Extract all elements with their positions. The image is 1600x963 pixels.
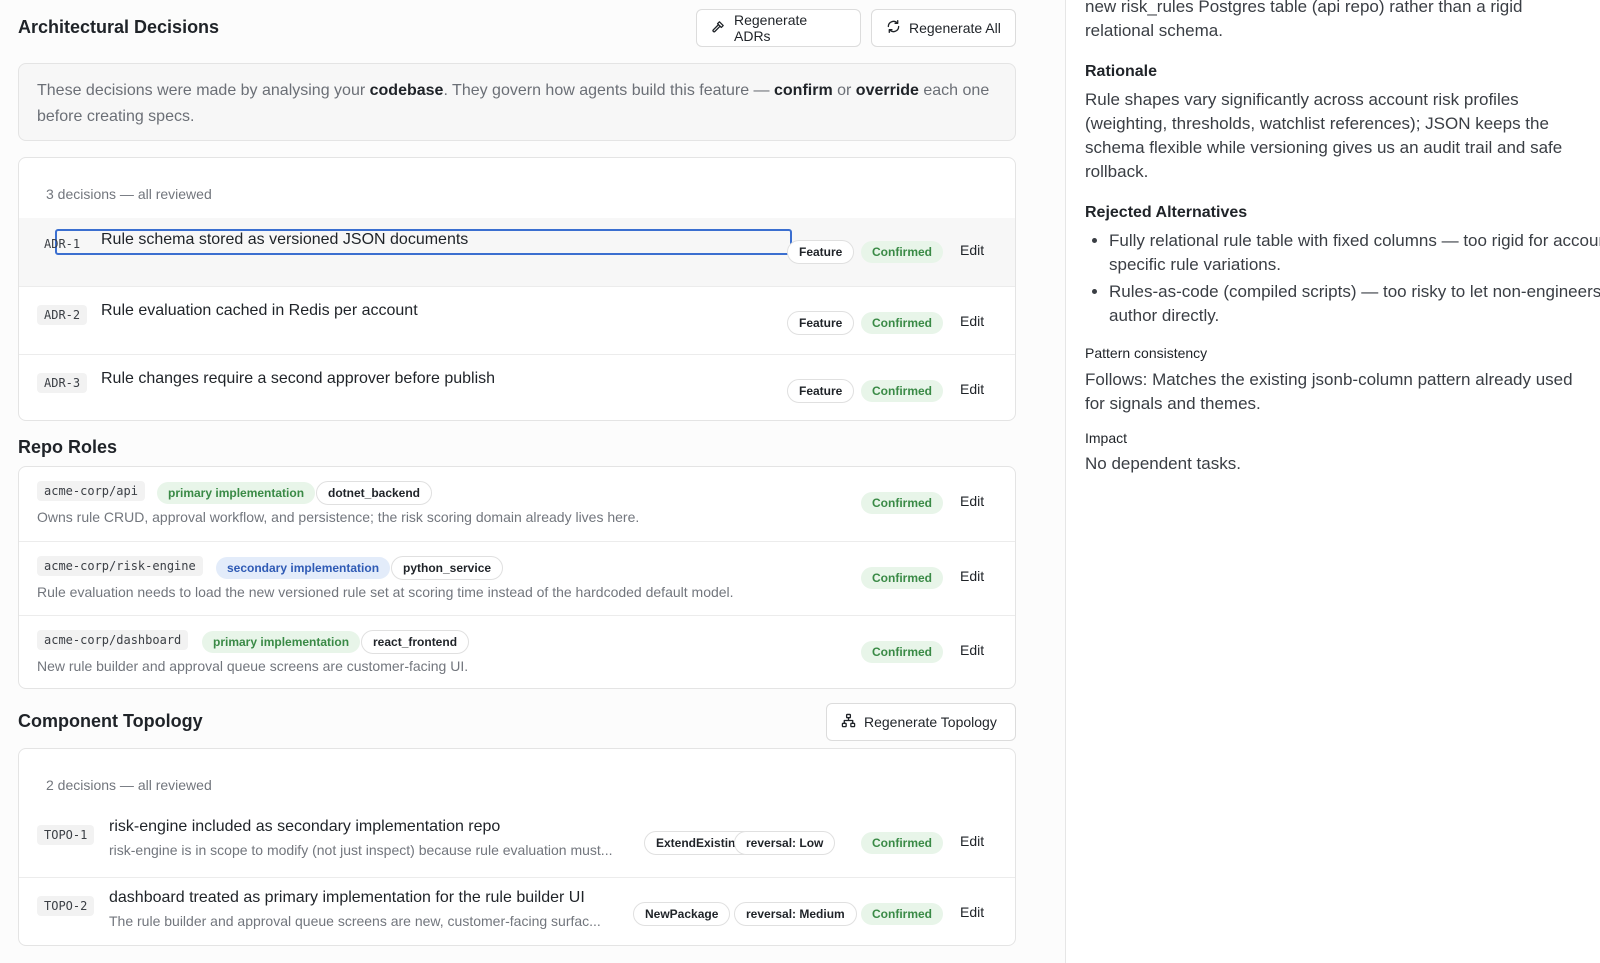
- edit-button[interactable]: Edit: [960, 833, 984, 849]
- adr-row[interactable]: ADR-2 Rule evaluation cached in Redis pe…: [19, 286, 1015, 354]
- repo-role-row[interactable]: acme-corp/risk-engine secondary implemen…: [19, 541, 1015, 615]
- regenerate-topology-button[interactable]: Regenerate Topology: [826, 703, 1016, 741]
- adr-row[interactable]: ADR-3 Rule changes require a second appr…: [19, 354, 1015, 420]
- repo-role-description: Rule evaluation needs to load the new ve…: [37, 584, 734, 600]
- info-text-2: . They govern how agents build this feat…: [443, 82, 774, 99]
- adr-row[interactable]: ADR-1 Rule schema stored as versioned JS…: [19, 218, 1015, 286]
- decision-summary-line-2: relational schema.: [1085, 21, 1223, 40]
- role-badge: primary implementation: [202, 631, 361, 653]
- info-bold-confirm: confirm: [774, 82, 833, 99]
- repo-name: acme-corp/api: [37, 481, 145, 501]
- reversal-badge: reversal: Low: [734, 831, 836, 855]
- edit-button[interactable]: Edit: [960, 642, 984, 658]
- repo-role-description: New rule builder and approval queue scre…: [37, 658, 469, 674]
- status-badge: Confirmed: [861, 312, 943, 334]
- main-panel: Architectural Decisions Regenerate ADRs …: [0, 0, 1065, 963]
- regenerate-adrs-button[interactable]: Regenerate ADRs: [696, 9, 861, 47]
- pattern-consistency-text: Follows: Matches the existing jsonb-colu…: [1085, 370, 1573, 413]
- status-badge: Confirmed: [861, 492, 943, 514]
- topology-subtitle: The rule builder and approval queue scre…: [109, 913, 601, 929]
- edit-button[interactable]: Edit: [960, 242, 984, 258]
- topology-title: risk-engine included as secondary implem…: [109, 818, 501, 835]
- adr-section-title: Architectural Decisions: [18, 17, 220, 37]
- info-bold-codebase: codebase: [369, 82, 444, 99]
- decision-summary-line-1: new risk_rules Postgres table (api repo)…: [1085, 0, 1523, 16]
- repo-name: acme-corp/dashboard: [37, 630, 189, 650]
- edit-button[interactable]: Edit: [960, 568, 984, 584]
- adr-info-box: These decisions were made by analysing y…: [18, 63, 1016, 141]
- repo-role-description: Owns rule CRUD, approval workflow, and p…: [37, 509, 640, 525]
- change-kind-badge: NewPackage: [633, 902, 731, 926]
- rejected-alternative-item: Rules-as-code (compiled scripts) — too r…: [1109, 280, 1600, 328]
- topology-subtitle: risk-engine is in scope to modify (not j…: [109, 842, 613, 858]
- adr-list-card: 3 decisions — all reviewed ADR-1 Rule sc…: [18, 157, 1016, 421]
- adr-title: Rule changes require a second approver b…: [101, 370, 496, 387]
- topology-count-text: 2 decisions — all reviewed: [46, 777, 212, 793]
- stack-badge: python_service: [391, 556, 504, 580]
- repo-role-row[interactable]: acme-corp/api primary implementation dot…: [19, 467, 1015, 541]
- info-bold-override: override: [855, 82, 919, 99]
- rationale-heading: Rationale: [1085, 63, 1158, 80]
- edit-button[interactable]: Edit: [960, 381, 984, 397]
- stack-badge: react_frontend: [361, 630, 470, 654]
- decision-summary: new risk_rules Postgres table (api repo)…: [1085, 0, 1600, 43]
- adr-id: ADR-3: [37, 373, 88, 393]
- adr-title: Rule schema stored as versioned JSON doc…: [101, 231, 469, 248]
- topology-row[interactable]: TOPO-1 risk-engine included as secondary…: [19, 807, 1015, 877]
- hierarchy-icon: [841, 713, 856, 731]
- adr-scope-badge: Feature: [787, 311, 855, 335]
- info-text-3: or: [832, 82, 856, 99]
- topology-id: TOPO-1: [37, 825, 95, 845]
- adr-scope-badge: Feature: [787, 240, 855, 264]
- hammer-icon: [711, 19, 726, 37]
- role-badge: secondary implementation: [216, 557, 391, 579]
- edit-button[interactable]: Edit: [960, 313, 984, 329]
- adr-id: ADR-2: [37, 305, 88, 325]
- repo-roles-card: acme-corp/api primary implementation dot…: [18, 466, 1016, 689]
- rejected-alternative-item: Fully relational rule table with fixed c…: [1109, 229, 1600, 277]
- adr-title: Rule evaluation cached in Redis per acco…: [101, 302, 418, 319]
- regenerate-all-label: Regenerate All: [909, 20, 1001, 36]
- refresh-icon: [886, 19, 901, 37]
- repo-roles-title: Repo Roles: [18, 437, 118, 457]
- status-badge: Confirmed: [861, 241, 943, 263]
- rejected-alternatives-list: Fully relational rule table with fixed c…: [1085, 229, 1600, 331]
- regenerate-all-button[interactable]: Regenerate All: [871, 9, 1016, 47]
- adr-count-text: 3 decisions — all reviewed: [46, 186, 212, 202]
- status-badge: Confirmed: [861, 832, 943, 854]
- repo-name: acme-corp/risk-engine: [37, 556, 203, 576]
- edit-button[interactable]: Edit: [960, 493, 984, 509]
- impact-text: No dependent tasks.: [1085, 454, 1241, 473]
- regenerate-topology-label: Regenerate Topology: [864, 714, 997, 730]
- stack-badge: dotnet_backend: [316, 481, 433, 505]
- impact-heading: Impact: [1085, 430, 1128, 446]
- pattern-consistency-heading: Pattern consistency: [1085, 345, 1208, 361]
- info-text-1: These decisions were made by analysing y…: [37, 82, 370, 99]
- status-badge: Confirmed: [861, 641, 943, 663]
- role-badge: primary implementation: [157, 482, 316, 504]
- topology-card: 2 decisions — all reviewed TOPO-1 risk-e…: [18, 748, 1016, 946]
- repo-role-row[interactable]: acme-corp/dashboard primary implementati…: [19, 615, 1015, 688]
- rationale-text: Rule shapes vary significantly across ac…: [1085, 90, 1563, 181]
- topology-row[interactable]: TOPO-2 dashboard treated as primary impl…: [19, 877, 1015, 945]
- topology-title: dashboard treated as primary implementat…: [109, 889, 585, 906]
- status-badge: Confirmed: [861, 380, 943, 402]
- topology-section-title: Component Topology: [18, 711, 203, 731]
- status-badge: Confirmed: [861, 903, 943, 925]
- topology-id: TOPO-2: [37, 896, 95, 916]
- status-badge: Confirmed: [861, 567, 943, 589]
- regenerate-adrs-label: Regenerate ADRs: [734, 12, 808, 44]
- adr-id: ADR-1: [44, 237, 81, 251]
- rejected-alternatives-heading: Rejected Alternatives: [1085, 204, 1248, 221]
- adr-scope-badge: Feature: [787, 379, 855, 403]
- adr-detail-panel: new risk_rules Postgres table (api repo)…: [1066, 0, 1600, 963]
- reversal-badge: reversal: Medium: [734, 902, 857, 926]
- edit-button[interactable]: Edit: [960, 904, 984, 920]
